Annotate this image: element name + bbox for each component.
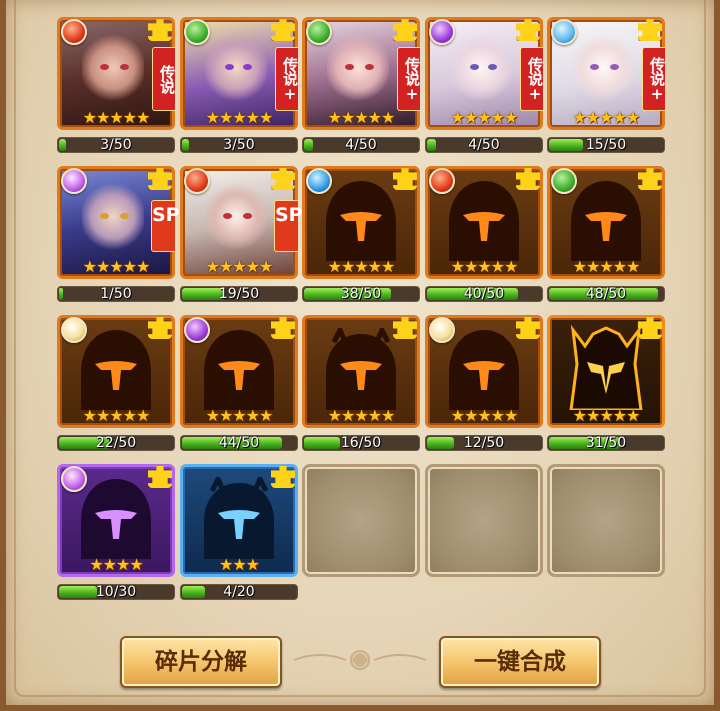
star-rating: ★★★★★ [82, 406, 151, 425]
fire-element-icon [61, 19, 87, 45]
rarity-tag: 传说+ [275, 47, 299, 111]
wind-element-icon [184, 19, 210, 45]
arcane-element-icon [61, 168, 87, 194]
empty-slot [547, 464, 665, 577]
water-element-icon [306, 168, 332, 194]
decompose-fragments-button[interactable]: 碎片分解 [120, 636, 282, 688]
hero-fragment-card-16[interactable]: ★★★★ [57, 464, 175, 577]
fragment-count: 48/50 [585, 286, 627, 302]
hero-fragment-card-2[interactable]: 传说+ ★★★★★ [180, 17, 299, 130]
fragment-count: 19/50 [218, 286, 260, 302]
light-element-icon [61, 317, 87, 343]
fragment-progress-bar: 38/50 [302, 286, 420, 302]
star-rating: ★★★★ [89, 555, 143, 574]
hero-fragment-card-17[interactable]: ★★★ [180, 464, 298, 577]
empty-slot [425, 464, 543, 577]
fragment-progress-bar: 15/50 [547, 137, 665, 153]
fragment-count: 15/50 [585, 137, 627, 153]
star-rating: ★★★★★ [327, 108, 396, 127]
star-rating: ★★★★★ [572, 257, 641, 276]
fragment-count: 22/50 [95, 435, 137, 451]
fragment-count: 16/50 [340, 435, 382, 451]
fragment-count: 4/50 [345, 137, 377, 153]
wind-element-icon [551, 168, 577, 194]
fragment-progress-bar: 48/50 [547, 286, 665, 302]
fragment-count: 4/20 [223, 584, 255, 600]
hero-fragment-card-5[interactable]: 传说+ ★★★★★ [547, 17, 666, 130]
rarity-tag: 传说 [152, 47, 176, 111]
hero-fragment-card-1[interactable]: 传说 ★★★★★ [57, 17, 176, 130]
rarity-tag: 传说+ [397, 47, 421, 111]
one-click-synthesize-button[interactable]: 一键合成 [439, 636, 601, 688]
storm-element-icon [551, 19, 577, 45]
fragment-count: 3/50 [100, 137, 132, 153]
fragment-count: 12/50 [463, 435, 505, 451]
fragment-progress-bar: 3/50 [180, 137, 298, 153]
fragment-progress-bar: 31/50 [547, 435, 665, 451]
star-rating: ★★★★★ [327, 257, 396, 276]
hero-fragment-card-9[interactable]: ★★★★★ [425, 166, 543, 279]
light-dark-element-icon [429, 317, 455, 343]
fragment-count: 40/50 [463, 286, 505, 302]
fire-element-icon [184, 168, 210, 194]
hero-fragment-card-7[interactable]: SP ★★★★★ [180, 166, 303, 279]
hero-fragment-card-10[interactable]: ★★★★★ [547, 166, 665, 279]
star-rating: ★★★★★ [572, 108, 641, 127]
star-rating: ★★★★★ [327, 406, 396, 425]
star-rating: ★★★★★ [450, 406, 519, 425]
star-rating: ★★★★★ [572, 406, 641, 425]
fragment-count: 10/30 [95, 584, 137, 600]
fragment-progress-bar: 4/20 [180, 584, 298, 600]
fragment-progress-bar: 10/30 [57, 584, 175, 600]
fragment-progress-bar: 40/50 [425, 286, 543, 302]
star-rating: ★★★★★ [82, 108, 151, 127]
hero-fragment-card-8[interactable]: ★★★★★ [302, 166, 420, 279]
dark-element-icon [61, 466, 87, 492]
fragment-progress-bar: 19/50 [180, 286, 298, 302]
dark-element-icon [429, 19, 455, 45]
hero-fragment-card-3[interactable]: 传说+ ★★★★★ [302, 17, 421, 130]
fragment-progress-bar: 4/50 [425, 137, 543, 153]
fragment-count: 3/50 [223, 137, 255, 153]
fragment-progress-bar: 4/50 [302, 137, 420, 153]
fragment-progress-bar: 1/50 [57, 286, 175, 302]
hero-fragment-card-6[interactable]: SP ★★★★★ [57, 166, 180, 279]
fragment-count: 4/50 [468, 137, 500, 153]
hero-fragment-card-15[interactable]: ★★★★★ [547, 315, 665, 428]
hero-fragment-card-4[interactable]: 传说+ ★★★★★ [425, 17, 544, 130]
dark-element-icon [184, 317, 210, 343]
star-rating: ★★★★★ [205, 406, 274, 425]
fragment-count: 31/50 [585, 435, 627, 451]
star-rating: ★★★ [218, 555, 260, 574]
star-rating: ★★★★★ [450, 108, 519, 127]
hero-fragment-card-14[interactable]: ★★★★★ [425, 315, 543, 428]
fragment-progress-bar: 44/50 [180, 435, 298, 451]
star-rating: ★★★★★ [205, 257, 274, 276]
fragment-progress-bar: 16/50 [302, 435, 420, 451]
ornament-divider-icon [293, 650, 427, 670]
wind-element-icon [306, 19, 332, 45]
star-rating: ★★★★★ [82, 257, 151, 276]
sp-tag: SP [151, 200, 180, 252]
fragment-progress-bar: 3/50 [57, 137, 175, 153]
hero-fragment-card-12[interactable]: ★★★★★ [180, 315, 298, 428]
star-rating: ★★★★★ [205, 108, 274, 127]
fragment-count: 1/50 [100, 286, 132, 302]
hero-fragment-card-13[interactable]: ★★★★★ [302, 315, 420, 428]
rarity-tag: 传说+ [520, 47, 544, 111]
fragment-count: 44/50 [218, 435, 260, 451]
fragment-progress-bar: 22/50 [57, 435, 175, 451]
empty-slot [302, 464, 420, 577]
fragment-progress-bar: 12/50 [425, 435, 543, 451]
fragment-count: 38/50 [340, 286, 382, 302]
rarity-tag: 传说+ [642, 47, 666, 111]
fire-element-icon [429, 168, 455, 194]
sp-tag: SP [274, 200, 303, 252]
star-rating: ★★★★★ [450, 257, 519, 276]
hero-fragment-card-11[interactable]: ★★★★★ [57, 315, 175, 428]
